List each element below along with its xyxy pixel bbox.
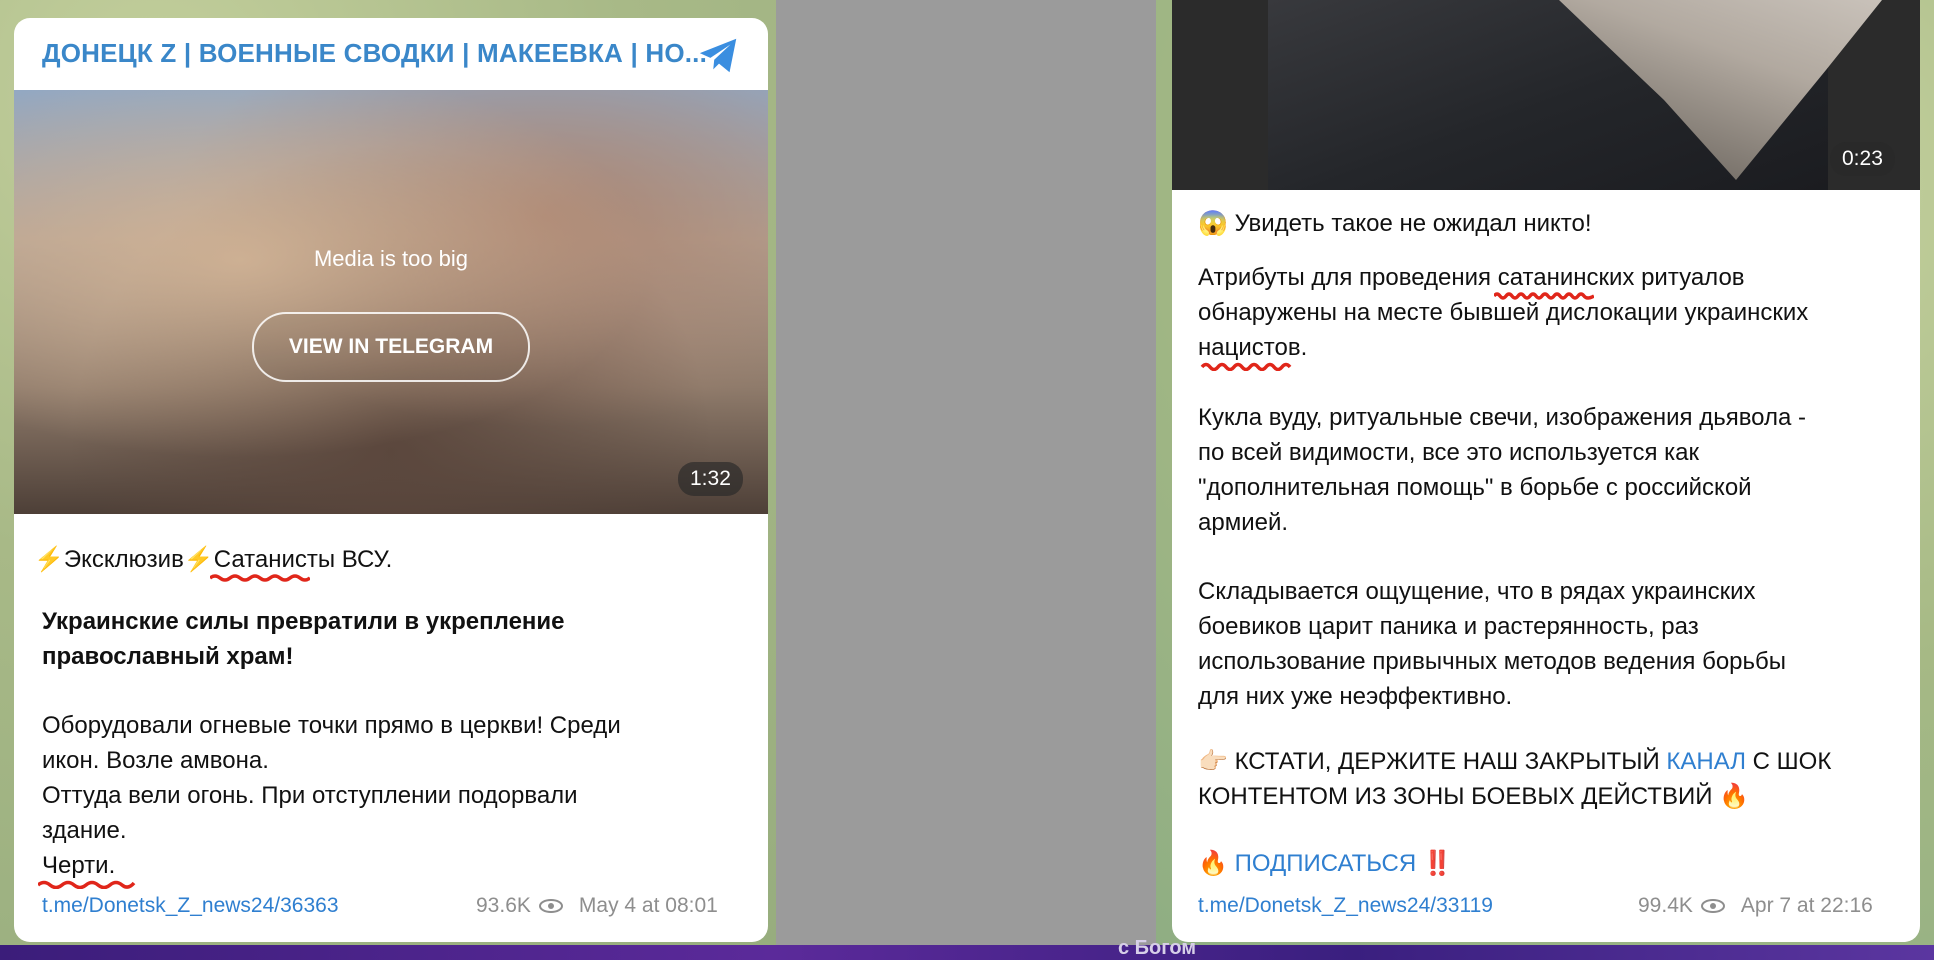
video-duration-right: 0:23 — [1830, 142, 1895, 176]
highlight-devils-text: Черти. — [42, 852, 116, 879]
video-preview-right[interactable]: 0:23 — [1172, 0, 1920, 190]
red-underline — [1200, 362, 1292, 371]
fire-emoji: 🔥 — [1198, 850, 1228, 877]
attr-line-2: обнаружены на месте бывшей дислокации ук… — [1198, 299, 1809, 326]
post-date: May 4 at 08:01 — [578, 894, 718, 917]
attr-text: Атрибуты для проведения — [1198, 264, 1498, 291]
promo-line-2: КОНТЕНТОМ ИЗ ЗОНЫ БОЕВЫХ ДЕЙСТВИЙ 🔥 — [1198, 779, 1749, 814]
post-meta: 93.6K May 4 at 08:01 — [476, 894, 718, 918]
highlight-nazis: нацистов. — [1198, 330, 1308, 371]
eye-icon — [538, 899, 563, 913]
view-count: 93.6K — [476, 894, 531, 917]
panic-line-3: использование привычных методов ведения … — [1198, 648, 1787, 675]
attr-line-1: Атрибуты для проведения сатанинских риту… — [1198, 260, 1745, 300]
post-date-right: Apr 7 at 22:16 — [1740, 894, 1873, 917]
exclusive-label: ⚡Эксклюзив⚡ — [34, 546, 214, 573]
message-card-right: 0:23 😱 Увидеть такое не ожидал никто! Ат… — [1172, 0, 1920, 942]
body-line-5: Черти. — [38, 848, 136, 889]
pointing-emoji: 👉🏻 — [1198, 748, 1228, 775]
video-frame — [1268, 0, 1898, 190]
double-exclamation-emoji: ‼️ — [1422, 850, 1453, 877]
media-too-big-message: Media is too big — [313, 246, 469, 271]
highlight-satanists-text: Сатанисты ВСУ. — [213, 546, 393, 573]
taskbar-text: с Богом — [1118, 937, 1197, 959]
highlight-rituals-text: сатанинских ритуалов — [1497, 264, 1745, 291]
attr-line-3: нацистов. — [1198, 330, 1308, 371]
body-line-2: икон. Возле амвона. — [42, 747, 269, 774]
divider-panel — [776, 0, 1156, 945]
promo-line-1: 👉🏻 КСТАТИ, ДЕРЖИТЕ НАШ ЗАКРЫТЫЙ КАНАЛ С … — [1198, 744, 1831, 779]
promo-text-1: КСТАТИ, ДЕРЖИТЕ НАШ ЗАКРЫТЫЙ — [1234, 748, 1667, 775]
voodoo-line-2: по всей видимости, все это используется … — [1198, 439, 1700, 466]
video-duration: 1:32 — [678, 462, 743, 496]
body-line-1: Оборудовали огневые точки прямо в церкви… — [42, 712, 621, 739]
video-preview[interactable]: Media is too big VIEW IN TELEGRAM 1:32 — [14, 90, 768, 514]
highlight-satanists: Сатанисты ВСУ. — [209, 542, 393, 582]
red-underline — [38, 880, 136, 889]
message-card-left: ДОНЕЦК Z | ВОЕННЫЕ СВОДКИ | МАКЕЕВКА | Н… — [14, 18, 768, 942]
eye-icon — [1700, 899, 1725, 913]
red-underline — [209, 574, 310, 582]
post-meta-right: 99.4K Apr 7 at 22:16 — [1638, 894, 1873, 918]
headline: 😱 Увидеть такое не ожидал никто! — [1198, 206, 1592, 241]
exclusive-line: ⚡Эксклюзив⚡Сатанисты ВСУ. — [34, 542, 393, 582]
bold-line-2: православный храм! — [42, 643, 294, 670]
subscribe-link[interactable]: ПОДПИСАТЬСЯ — [1235, 850, 1417, 877]
channel-title[interactable]: ДОНЕЦК Z | ВОЕННЫЕ СВОДКИ | МАКЕЕВКА | Н… — [42, 38, 707, 69]
panic-line-2: боевиков царит паника и растерянность, р… — [1198, 613, 1699, 640]
view-count-right: 99.4K — [1638, 894, 1693, 917]
body-line-4: здание. — [42, 817, 127, 844]
view-in-telegram-button[interactable]: VIEW IN TELEGRAM — [252, 312, 530, 382]
body-line-3: Оттуда вели огонь. При отступлении подор… — [42, 782, 578, 809]
panic-line-4: для них уже неэффективно. — [1198, 683, 1513, 710]
headline-text: Увидеть такое не ожидал никто! — [1234, 210, 1592, 237]
fire-emoji: 🔥 — [1719, 783, 1750, 810]
taskbar — [0, 945, 1934, 960]
voodoo-line-1: Кукла вуду, ритуальные свечи, изображени… — [1198, 404, 1807, 431]
channel-link[interactable]: КАНАЛ — [1666, 748, 1746, 775]
promo-text-2: С ШОК — [1745, 748, 1832, 775]
subscribe-line: 🔥 ПОДПИСАТЬСЯ ‼️ — [1198, 846, 1453, 881]
voodoo-line-4: армией. — [1198, 509, 1289, 536]
highlight-devils: Черти. — [38, 848, 136, 889]
voodoo-line-3: "дополнительная помощь" в борьбе с росси… — [1198, 474, 1752, 501]
highlight-nazis-text: нацистов. — [1198, 334, 1308, 361]
post-link[interactable]: t.me/Donetsk_Z_news24/36363 — [42, 894, 339, 918]
channel-header[interactable]: ДОНЕЦК Z | ВОЕННЫЕ СВОДКИ | МАКЕЕВКА | Н… — [14, 18, 768, 88]
bold-line-1: Украинские силы превратили в укрепление — [42, 608, 565, 635]
post-link-right[interactable]: t.me/Donetsk_Z_news24/33119 — [1198, 894, 1493, 918]
telegram-icon[interactable] — [696, 32, 742, 78]
panic-line-1: Складывается ощущение, что в рядах украи… — [1198, 578, 1756, 605]
highlight-rituals: сатанинских ритуалов — [1493, 260, 1745, 300]
shock-emoji: 😱 — [1198, 210, 1228, 237]
promo-text-3: КОНТЕНТОМ ИЗ ЗОНЫ БОЕВЫХ ДЕЙСТВИЙ — [1198, 783, 1713, 810]
